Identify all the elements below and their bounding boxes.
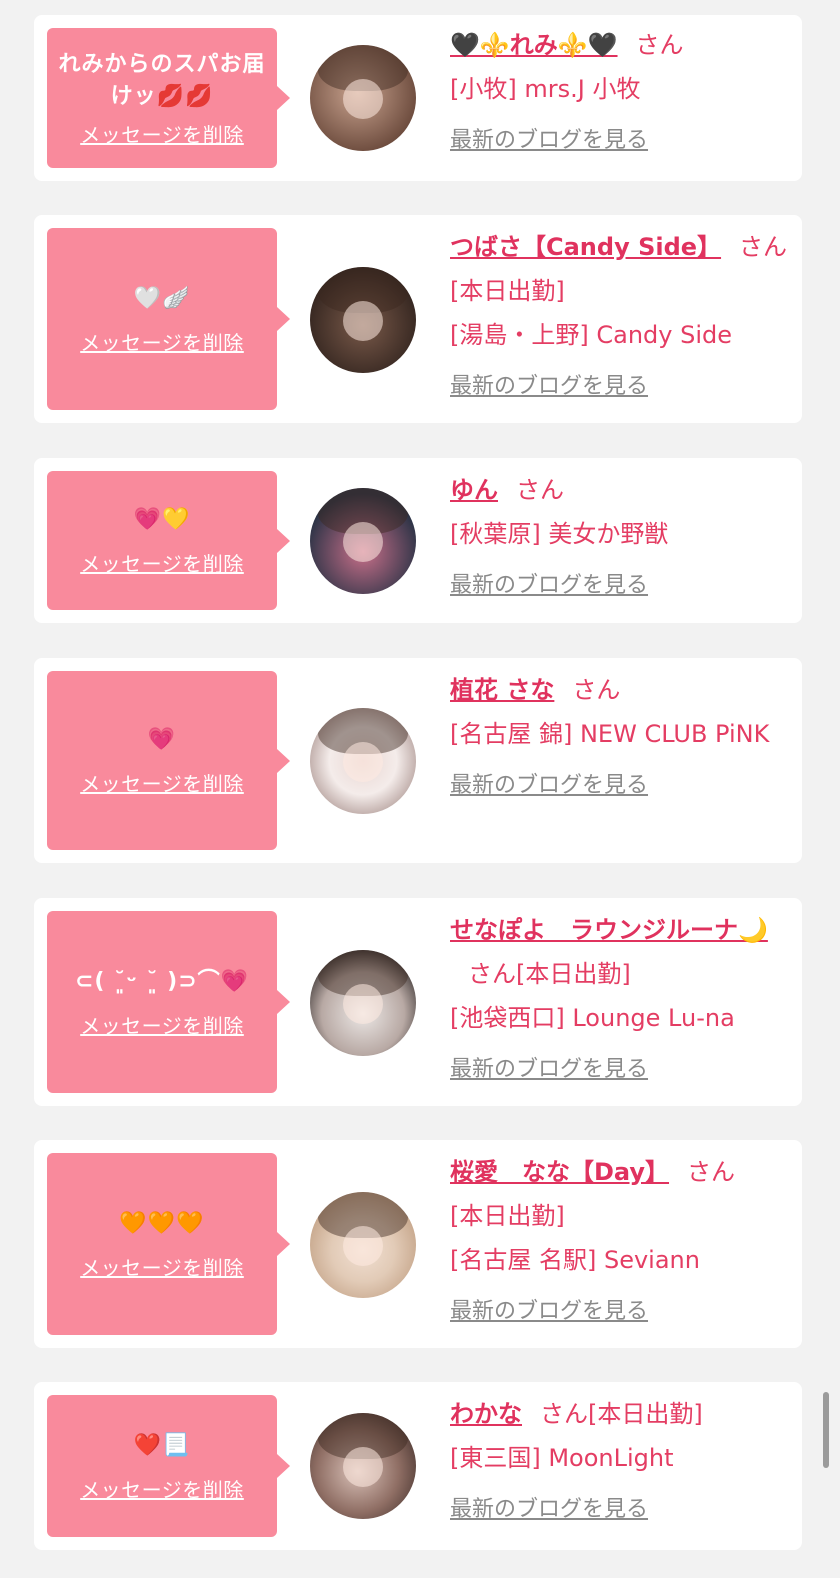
cast-info: 🖤⚜️れみ⚜️🖤 さん [小牧] mrs.J 小牧 最新のブログを見る: [450, 23, 792, 163]
delete-message-link[interactable]: メッセージを削除: [80, 768, 244, 797]
message-bubble: 🤍🪽 メッセージを削除: [47, 228, 290, 410]
message-bubble: ❤️📃 メッセージを削除: [47, 1395, 290, 1537]
avatar[interactable]: [310, 1192, 416, 1298]
message-card: ⊂( ˘͈ᵕ ˘͈ )⊃⌒💗 メッセージを削除 せなぽよ ラウンジルーナ🌙さん[…: [34, 898, 802, 1106]
message-card: 🤍🪽 メッセージを削除 つばさ【Candy Side】 さん [本日出勤] [湯島・…: [34, 215, 802, 423]
avatar-face-shape: [343, 301, 383, 341]
honorific: さん: [468, 960, 516, 988]
latest-blog-link[interactable]: 最新のブログを見る: [450, 1290, 792, 1334]
shop-name: [秋葉原] 美女か野獣: [450, 520, 669, 548]
honorific: さん: [739, 233, 788, 261]
latest-blog-link[interactable]: 最新のブログを見る: [450, 1488, 792, 1532]
honorific: さん: [687, 1158, 736, 1186]
message-text: れみからのスパお届けッ💋💋: [58, 51, 266, 109]
message-text: 🧡🧡🧡: [119, 1210, 205, 1236]
status-text: [本日出勤]: [588, 1400, 703, 1428]
honorific: さん: [572, 676, 621, 704]
delete-message-link[interactable]: メッセージを削除: [80, 119, 244, 148]
shop-name: [名古屋 錦] NEW CLUB PiNK: [450, 720, 770, 748]
message-text: 🤍🪽: [133, 285, 191, 311]
avatar-face-shape: [343, 79, 383, 119]
avatar[interactable]: [310, 1413, 416, 1519]
shop-name: [湯島・上野] Candy Side: [450, 321, 732, 349]
delete-message-link[interactable]: メッセージを削除: [80, 327, 244, 356]
shop-name: [小牧] mrs.J 小牧: [450, 75, 641, 103]
shop-name: [東三国] MoonLight: [450, 1444, 674, 1472]
cast-name-link[interactable]: つばさ【Candy Side】: [450, 233, 721, 261]
avatar[interactable]: [310, 45, 416, 151]
avatar-face-shape: [343, 522, 383, 562]
honorific: さん: [516, 476, 564, 504]
cast-name-link[interactable]: 植花 さな: [450, 676, 554, 704]
message-bubble: れみからのスパお届けッ💋💋 メッセージを削除: [47, 28, 290, 168]
shop-name: [名古屋 名駅] Seviann: [450, 1246, 700, 1274]
cast-info: 植花 さな さん [名古屋 錦] NEW CLUB PiNK 最新のブログを見る: [450, 668, 792, 808]
message-text: 💗💛: [133, 507, 191, 532]
latest-blog-link[interactable]: 最新のブログを見る: [450, 764, 792, 808]
avatar-face-shape: [343, 1447, 383, 1487]
avatar-face-shape: [343, 742, 383, 782]
delete-message-link[interactable]: メッセージを削除: [80, 1252, 244, 1281]
delete-message-link[interactable]: メッセージを削除: [80, 1010, 244, 1039]
delete-message-link[interactable]: メッセージを削除: [80, 1474, 244, 1503]
cast-info: せなぽよ ラウンジルーナ🌙 さん[本日出勤] [池袋西口] Lounge Lu-n…: [450, 908, 792, 1092]
honorific: さん: [540, 1400, 588, 1428]
cast-info: 桜愛 なな【Day】 さん [本日出勤] [名古屋 名駅] Seviann 最新の…: [450, 1150, 792, 1334]
message-bubble: 💗 メッセージを削除: [47, 671, 290, 850]
cast-name-link[interactable]: ゆん: [450, 476, 498, 504]
shop-name: [池袋西口] Lounge Lu-na: [450, 1004, 735, 1032]
status-text: [本日出勤]: [516, 960, 631, 988]
cast-info: わかな さん[本日出勤] [東三国] MoonLight 最新のブログを見る: [450, 1392, 792, 1532]
message-card: ❤️📃 メッセージを削除 わかな さん[本日出勤] [東三国] MoonLight…: [34, 1382, 802, 1550]
honorific: さん: [635, 31, 684, 59]
message-card: れみからのスパお届けッ💋💋 メッセージを削除 🖤⚜️れみ⚜️🖤 さん [小牧] m…: [34, 15, 802, 181]
avatar-face-shape: [343, 984, 383, 1024]
message-text: ❤️📃: [133, 1432, 191, 1458]
message-list: れみからのスパお届けッ💋💋 メッセージを削除 🖤⚜️れみ⚜️🖤 さん [小牧] m…: [0, 0, 840, 1578]
avatar[interactable]: [310, 950, 416, 1056]
cast-name-link[interactable]: わかな: [450, 1400, 522, 1428]
message-card: 💗💛 メッセージを削除 ゆん さん [秋葉原] 美女か野獣 最新のブログを見る: [34, 458, 802, 623]
latest-blog-link[interactable]: 最新のブログを見る: [450, 365, 792, 409]
message-text: 💗: [147, 727, 177, 752]
cast-name-link[interactable]: 🖤⚜️れみ⚜️🖤: [450, 31, 618, 59]
latest-blog-link[interactable]: 最新のブログを見る: [450, 1048, 792, 1092]
cast-info: ゆん さん [秋葉原] 美女か野獣 最新のブログを見る: [450, 468, 792, 608]
avatar[interactable]: [310, 267, 416, 373]
delete-message-link[interactable]: メッセージを削除: [80, 548, 244, 577]
message-bubble: 🧡🧡🧡 メッセージを削除: [47, 1153, 290, 1335]
latest-blog-link[interactable]: 最新のブログを見る: [450, 119, 792, 163]
cast-info: つばさ【Candy Side】 さん [本日出勤] [湯島・上野] Candy Si…: [450, 225, 792, 409]
avatar[interactable]: [310, 488, 416, 594]
message-bubble: 💗💛 メッセージを削除: [47, 471, 290, 610]
avatar[interactable]: [310, 708, 416, 814]
message-card: 🧡🧡🧡 メッセージを削除 桜愛 なな【Day】 さん [本日出勤] [名古屋 名駅…: [34, 1140, 802, 1348]
message-text: ⊂( ˘͈ᵕ ˘͈ )⊃⌒💗: [74, 968, 250, 994]
message-bubble: ⊂( ˘͈ᵕ ˘͈ )⊃⌒💗 メッセージを削除: [47, 911, 290, 1093]
latest-blog-link[interactable]: 最新のブログを見る: [450, 564, 792, 608]
avatar-face-shape: [343, 1226, 383, 1266]
cast-name-link[interactable]: 桜愛 なな【Day】: [450, 1158, 669, 1186]
cast-name-link[interactable]: せなぽよ ラウンジルーナ🌙: [450, 916, 768, 944]
message-card: 💗 メッセージを削除 植花 さな さん [名古屋 錦] NEW CLUB PiNK…: [34, 658, 802, 863]
status-text: [本日出勤]: [450, 1202, 565, 1230]
scrollbar[interactable]: [823, 1392, 829, 1468]
status-text: [本日出勤]: [450, 277, 565, 305]
